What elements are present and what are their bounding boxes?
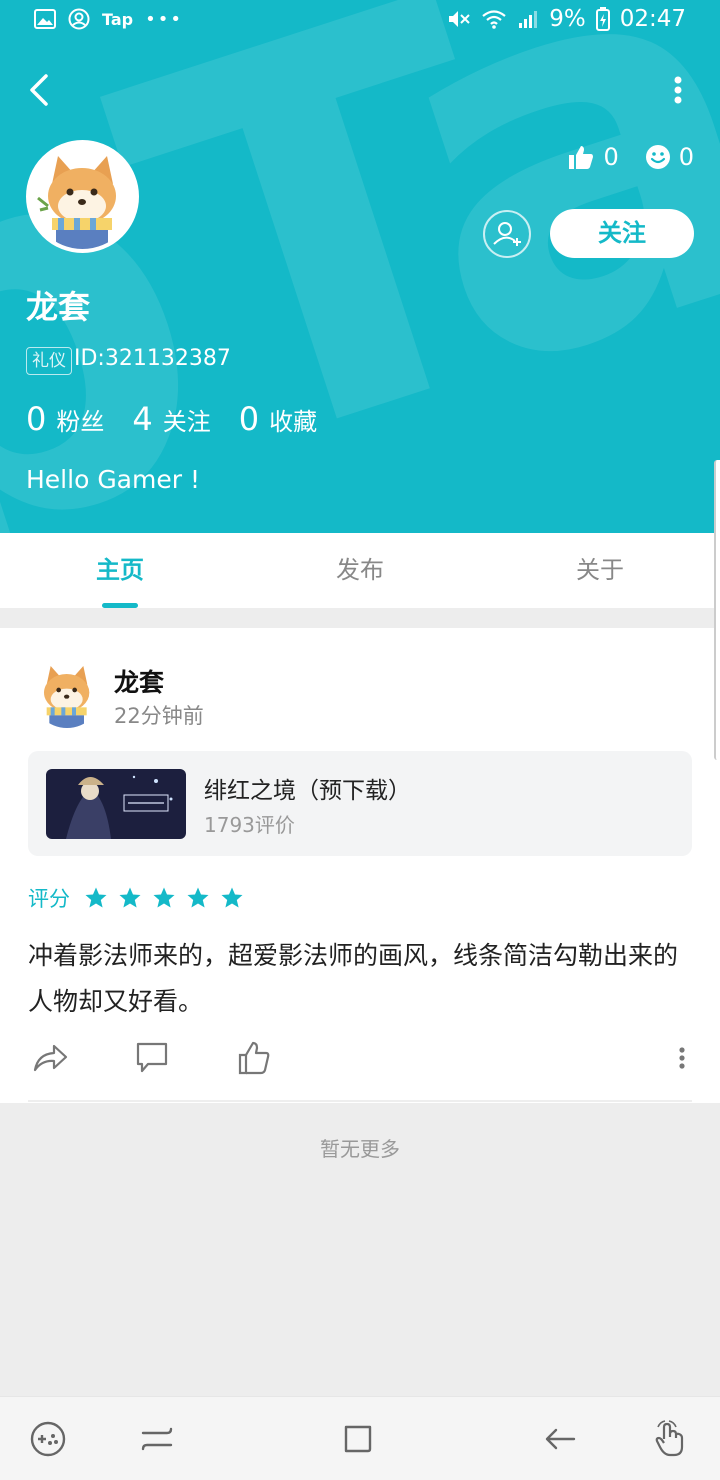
shiba-avatar-image <box>30 144 135 249</box>
tab-home[interactable]: 主页 <box>0 533 240 608</box>
profile-header: apTa Tap ••• 9% 02:47 龙套 礼仪 ID:321132387… <box>0 0 720 533</box>
stat-label: 关注 <box>162 408 211 436</box>
star-icon <box>119 887 141 908</box>
star-icon <box>153 887 175 908</box>
signal-icon <box>519 11 538 28</box>
gallery-notification-icon <box>34 9 56 29</box>
rating-label: 评分 <box>28 887 70 911</box>
profile-bio: Hello Gamer ! <box>26 465 200 494</box>
like-icon[interactable] <box>234 1038 274 1078</box>
edge-panel-handle[interactable] <box>714 460 720 760</box>
add-friend-button[interactable] <box>483 210 531 258</box>
no-more-text: 暂无更多 <box>320 1137 400 1161</box>
game-thumbnail <box>46 769 186 839</box>
comment-icon[interactable] <box>132 1038 172 1078</box>
post-timestamp: 22分钟前 <box>114 704 204 728</box>
post-author-name[interactable]: 龙套 <box>114 663 164 699</box>
profile-username: 龙套 <box>26 288 91 326</box>
smiles-counter[interactable]: 0 <box>645 143 694 171</box>
battery-percent: 9% <box>549 6 586 32</box>
stat-number: 4 <box>132 400 153 438</box>
stat-label: 收藏 <box>269 408 318 436</box>
recent-apps-icon[interactable] <box>137 1419 177 1459</box>
stat-label: 粉丝 <box>56 408 105 436</box>
profile-avatar[interactable] <box>26 140 139 253</box>
profile-stats: 0 粉丝 4 关注 0 收藏 <box>26 400 345 438</box>
shiba-avatar-image <box>32 658 102 728</box>
back-icon[interactable] <box>540 1419 580 1459</box>
add-user-icon <box>493 222 521 246</box>
more-notifications-icon: ••• <box>145 8 183 30</box>
star-icon <box>187 887 209 908</box>
tab-about[interactable]: 关于 <box>480 533 720 608</box>
review-post-card: 龙套 22分钟前 绯红之境（预下载） 1793评价 评分 冲着影法师来的，超爱影… <box>0 628 720 1103</box>
review-text[interactable]: 冲着影法师来的，超爱影法师的画风，线条简洁勾勒出来的人物却又好看。 <box>28 933 692 1025</box>
battery-charging-icon <box>595 7 610 31</box>
profile-reactions: 0 0 <box>567 143 694 171</box>
etiquette-badge[interactable]: 礼仪 <box>26 347 72 375</box>
stat-number: 0 <box>26 400 47 438</box>
smiley-icon <box>645 145 670 169</box>
wifi-icon <box>482 10 506 29</box>
home-icon[interactable] <box>338 1419 378 1459</box>
likes-count: 0 <box>603 143 619 171</box>
back-arrow-icon[interactable] <box>24 72 56 108</box>
rating-row: 评分 <box>28 883 244 913</box>
more-options-icon[interactable] <box>672 76 684 108</box>
card-divider <box>28 1100 692 1102</box>
system-nav-bar <box>0 1396 720 1480</box>
stat-favorites[interactable]: 0 收藏 <box>239 400 317 438</box>
profile-tabs: 主页 发布 关于 <box>0 533 720 608</box>
star-icon <box>221 887 243 908</box>
follow-button[interactable]: 关注 <box>550 209 694 258</box>
star-icon <box>85 887 107 908</box>
stat-fans[interactable]: 0 粉丝 <box>26 400 104 438</box>
game-link-card[interactable]: 绯红之境（预下载） 1793评价 <box>28 751 692 856</box>
thumbs-up-icon <box>569 146 594 169</box>
smiles-count: 0 <box>678 143 694 171</box>
stat-number: 0 <box>238 400 260 438</box>
mute-icon <box>449 11 470 27</box>
post-author-avatar[interactable] <box>32 658 102 728</box>
post-more-icon[interactable] <box>672 1038 692 1078</box>
likes-counter[interactable]: 0 <box>567 143 619 171</box>
account-notification-icon <box>68 8 90 30</box>
post-actions <box>28 1038 692 1078</box>
user-id: ID:321132387 <box>74 346 231 371</box>
share-icon[interactable] <box>30 1038 70 1078</box>
taptap-notification-icon: Tap <box>102 9 134 29</box>
touch-gesture-icon[interactable] <box>650 1419 690 1459</box>
game-launcher-icon[interactable] <box>28 1419 68 1459</box>
game-review-count: 1793评价 <box>204 813 295 837</box>
stat-following[interactable]: 4 关注 <box>132 400 210 438</box>
clock: 02:47 <box>619 6 686 32</box>
status-bar: Tap ••• 9% 02:47 <box>0 0 720 40</box>
tab-posts[interactable]: 发布 <box>240 533 480 608</box>
taptap-watermark: apTa <box>0 0 720 533</box>
game-title: 绯红之境（预下载） <box>204 778 411 804</box>
